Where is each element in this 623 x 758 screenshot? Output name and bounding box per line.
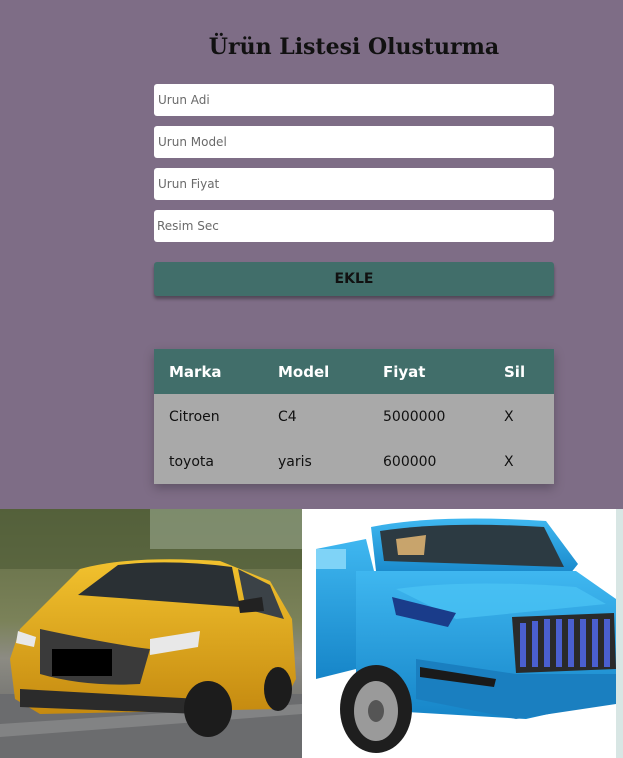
- add-button[interactable]: EKLE: [154, 262, 554, 296]
- photo-gap: [302, 509, 316, 758]
- table-header-row: Marka Model Fiyat Sil: [154, 349, 554, 394]
- header-delete: Sil: [504, 362, 526, 381]
- cell-price: 600000: [383, 453, 437, 470]
- header-price: Fiyat: [383, 362, 426, 381]
- product-table: Marka Model Fiyat Sil Citroen C4 5000000…: [154, 349, 554, 484]
- delete-button[interactable]: X: [504, 439, 554, 484]
- image-select-label[interactable]: Resim Sec: [157, 219, 219, 233]
- product-price-input[interactable]: [154, 168, 554, 200]
- yellow-car-photo: [0, 509, 302, 758]
- blue-toy-car-photo: [316, 509, 623, 758]
- product-name-input[interactable]: [154, 84, 554, 116]
- table-row: toyota yaris 600000 X: [154, 439, 554, 484]
- cell-price: 5000000: [383, 408, 446, 425]
- product-model-field[interactable]: [154, 126, 554, 158]
- table-row: Citroen C4 5000000 X: [154, 394, 554, 439]
- cell-model: yaris: [278, 453, 312, 470]
- product-price-field[interactable]: [154, 168, 554, 200]
- cell-brand: Citroen: [169, 408, 220, 425]
- delete-button[interactable]: X: [504, 394, 554, 439]
- cell-model: C4: [278, 408, 297, 425]
- product-name-field[interactable]: [154, 84, 554, 116]
- header-model: Model: [278, 362, 330, 381]
- cell-brand: toyota: [169, 453, 214, 470]
- product-model-input[interactable]: [154, 126, 554, 158]
- page-title: Ürün Listesi Olusturma: [208, 34, 500, 60]
- header-brand: Marka: [169, 362, 222, 381]
- image-select-field[interactable]: Resim Sec: [154, 210, 554, 242]
- form-section: Ürün Listesi Olusturma Resim Sec EKLE Ma…: [0, 0, 623, 509]
